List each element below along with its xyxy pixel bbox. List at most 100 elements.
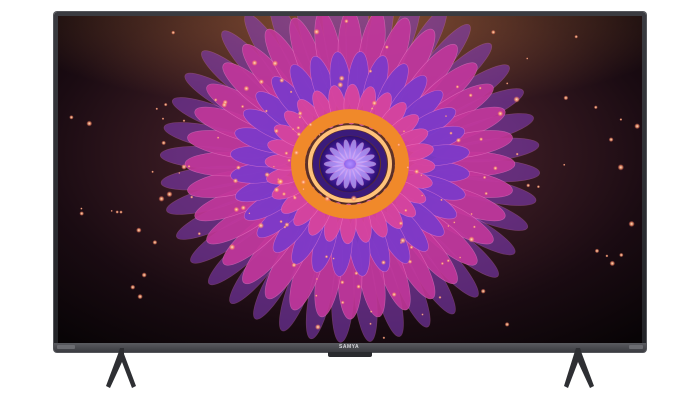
sparkle-dot [628, 220, 635, 227]
sparkle-dot [287, 158, 291, 163]
sparkle-dot [482, 175, 487, 180]
sparkle-dot [313, 28, 320, 35]
sparkle-dot [251, 59, 258, 66]
sparkle-dot [455, 137, 462, 143]
sparkle-dot [257, 222, 264, 229]
sparkle-dot [279, 77, 285, 83]
sparkle-dot [258, 79, 265, 85]
sparkle-dot [340, 280, 345, 285]
sparkle-dot [318, 133, 321, 136]
sparkle-dot [137, 293, 143, 300]
sparkle-dot [171, 30, 176, 35]
sparkle-dot [444, 115, 448, 118]
flower-artwork [58, 16, 642, 343]
sparkle-dot [152, 240, 158, 245]
brand-logo: SAMYA [339, 344, 360, 350]
sparkle-dot [298, 115, 302, 119]
sparkle-dot [515, 152, 519, 156]
sparkle-dot [284, 151, 289, 156]
sparkle-dot [166, 191, 173, 198]
sparkle-dot [397, 143, 401, 147]
sparkle-dot [187, 164, 191, 168]
sparkle-dot [563, 95, 569, 101]
sparkle-dot [447, 224, 450, 228]
sparkle-dot [130, 284, 136, 290]
sparkle-dot [404, 208, 408, 213]
sparkle-dot [526, 57, 529, 60]
sparkle-dot [155, 107, 159, 111]
sparkle-dot [221, 102, 228, 108]
sparkle-dot [289, 90, 293, 94]
sparkle-dot [190, 195, 194, 199]
sparkle-dot [398, 221, 404, 226]
sparkle-dot [440, 261, 444, 266]
sparkle-dot [391, 292, 397, 297]
sparkle-dot [354, 271, 359, 276]
sparkle-dot [69, 115, 74, 120]
sparkle-dot [399, 237, 406, 244]
sensor-strip [328, 352, 372, 357]
sparkle-dot [370, 107, 374, 110]
sparkle-dot [513, 96, 520, 103]
sparkle-dot [277, 178, 284, 185]
sparkle-dot [420, 174, 423, 177]
sparkle-dot [297, 110, 303, 116]
sparkle-dot [468, 236, 475, 243]
sparkle-dot [344, 19, 349, 24]
sparkle-dot [248, 212, 251, 215]
sparkle-dot [300, 179, 307, 185]
sparkle-dot [407, 259, 413, 264]
sparkle-dot [141, 272, 147, 278]
sparkle-dot [232, 178, 239, 184]
sparkle-dot [593, 105, 598, 110]
sparkle-dot [119, 210, 123, 214]
sparkle-dot [563, 163, 566, 166]
sparkle-dot [158, 195, 165, 202]
sparkle-dot [272, 165, 275, 168]
stand-leg-right [564, 348, 594, 388]
sparkle-dot [470, 212, 473, 216]
sparkle-dot [504, 322, 510, 327]
sparkle-dot [151, 170, 154, 174]
sparkle-dot [455, 85, 460, 89]
sparkle-dot [369, 322, 372, 326]
sparkle-dot [605, 254, 609, 258]
sparkle-dot [609, 260, 616, 267]
sparkle-dot [236, 165, 241, 171]
sparkle-dot [315, 294, 318, 298]
sparkle-dot [356, 284, 361, 289]
bezel-badge-left [57, 345, 75, 349]
sparkle-dot [302, 187, 305, 191]
sparkle-dot [440, 198, 443, 202]
sparkle-dot [273, 128, 279, 134]
sparkle-dot [384, 45, 389, 50]
sparkle-dot [449, 131, 453, 135]
sparkle-dot [161, 140, 166, 146]
sparkle-dot [634, 123, 641, 130]
sparkle-dot [291, 262, 297, 268]
sparkle-dot [281, 191, 287, 197]
sparkle-dot [110, 209, 113, 212]
sparkle-dot [421, 194, 424, 197]
sparkle-dot [163, 102, 168, 107]
sparkle-dot [233, 206, 240, 213]
sparkle-dot [472, 225, 476, 229]
sparkle-dot [493, 165, 498, 171]
bottom-bezel: SAMYA [54, 343, 646, 352]
sparkle-dot [315, 277, 318, 281]
sparkle-dot [178, 172, 181, 174]
sparkle-dot [478, 86, 482, 90]
sparkle-dot [264, 172, 270, 178]
sparkle-dot [213, 98, 218, 102]
sparkle-dot [292, 195, 297, 200]
sparkle-dot [526, 183, 531, 188]
sparkle-dot [406, 165, 410, 169]
sparkle-dot [283, 225, 287, 229]
sparkle-dot [86, 120, 93, 127]
sparkle-dot [381, 260, 386, 265]
sparkle-dot [382, 336, 386, 340]
sparkle-dot [136, 227, 142, 233]
sparkle-dot [291, 128, 295, 131]
sparkle-dot [574, 34, 578, 39]
tv-screen [58, 16, 642, 343]
